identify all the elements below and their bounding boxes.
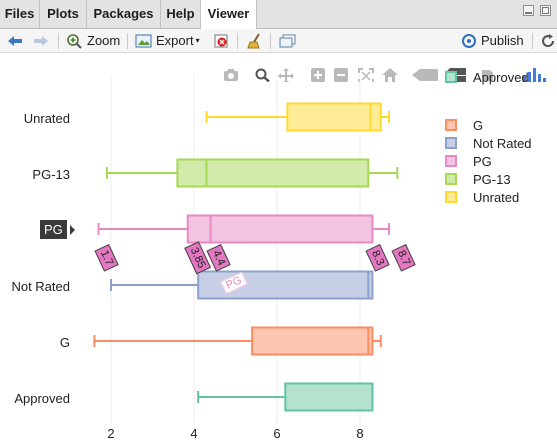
- export-image-icon: [135, 34, 152, 47]
- box-unrated[interactable]: [205, 102, 391, 132]
- forward-arrow-icon[interactable]: [32, 29, 50, 52]
- box-plot-svg: [93, 74, 399, 424]
- toolbar-separator: [58, 33, 59, 49]
- legend-swatch: [445, 137, 457, 149]
- legend-label: PG-13: [473, 171, 511, 187]
- tab-viewer[interactable]: Viewer: [200, 0, 257, 29]
- legend-swatch: [445, 155, 457, 167]
- legend-swatch: [445, 173, 457, 185]
- popout-button[interactable]: [279, 29, 297, 52]
- show-in-window-icon: [279, 34, 296, 47]
- export-label: Export: [156, 33, 194, 48]
- legend-label: G: [473, 117, 484, 133]
- legend-item-approved[interactable]: Approved: [445, 68, 529, 86]
- y-tick-label: Not Rated: [11, 279, 70, 294]
- box-approved[interactable]: [197, 382, 374, 412]
- pane-tab-bar: Files Plots Packages Help Viewer: [0, 0, 557, 29]
- tab-packages[interactable]: Packages: [87, 0, 161, 28]
- legend-label: Approved: [473, 69, 529, 85]
- zoom-label: Zoom: [87, 33, 121, 48]
- tab-help[interactable]: Help: [161, 0, 201, 28]
- remove-viewer-button[interactable]: [214, 29, 230, 52]
- hover-axis-label: PG: [40, 220, 67, 239]
- minimize-pane-icon[interactable]: [523, 5, 534, 16]
- y-tick-label: Approved: [14, 391, 70, 406]
- hover-axis-pointer: [70, 225, 75, 235]
- refresh-icon: [542, 33, 555, 47]
- refresh-viewer-button[interactable]: [540, 29, 556, 52]
- publish-button[interactable]: Publish: [461, 29, 524, 52]
- box-iqr: [286, 102, 382, 132]
- x-tick-label: 2: [107, 426, 115, 441]
- y-tick-label: Unrated: [23, 111, 70, 126]
- box-iqr: [251, 326, 374, 356]
- y-tick-label: G: [59, 335, 70, 350]
- box-iqr: [186, 214, 374, 244]
- publish-icon: [462, 33, 476, 48]
- publish-label: Publish: [481, 33, 524, 48]
- tab-files[interactable]: Files: [0, 0, 40, 28]
- legend-item-pg[interactable]: PG: [445, 152, 492, 170]
- legend-item-not-rated[interactable]: Not Rated: [445, 134, 532, 152]
- box-iqr: [284, 382, 374, 412]
- hover-axis-label-text: PG: [44, 222, 63, 237]
- export-button[interactable]: Export ▾: [135, 29, 200, 52]
- legend-swatch: [445, 71, 457, 83]
- legend-label: Not Rated: [473, 135, 532, 151]
- toolbar-separator: [532, 33, 533, 49]
- magnifier-plus-icon: [67, 33, 82, 49]
- legend-item-g[interactable]: G: [445, 116, 483, 134]
- box-g[interactable]: [93, 326, 382, 356]
- viewer-toolbar: Zoom Export ▾ Publish: [0, 29, 557, 53]
- toolbar-separator: [127, 33, 128, 49]
- plotly-chart-area[interactable]: Unrated PG-13 Not Rated G Approved PG 2 …: [0, 54, 557, 444]
- back-arrow-icon[interactable]: [6, 29, 24, 52]
- legend-swatch: [445, 119, 457, 131]
- y-tick-label: PG-13: [32, 167, 70, 182]
- toolbar-separator: [270, 33, 271, 49]
- x-tick-label: 8: [356, 426, 364, 441]
- legend-swatch: [445, 191, 457, 203]
- x-tick-label: 4: [190, 426, 198, 441]
- legend-label: PG: [473, 153, 492, 169]
- remove-page-icon: [214, 34, 228, 47]
- legend-item-unrated[interactable]: Unrated: [445, 188, 519, 206]
- zoom-button[interactable]: Zoom: [66, 29, 120, 52]
- box-pg[interactable]: [97, 214, 391, 244]
- broom-icon: [247, 32, 260, 48]
- maximize-pane-icon[interactable]: [540, 5, 551, 16]
- legend-label: Unrated: [473, 189, 520, 205]
- x-tick-label: 6: [273, 426, 281, 441]
- legend-item-pg-13[interactable]: PG-13: [445, 170, 511, 188]
- box-pg-13[interactable]: [105, 158, 399, 188]
- toolbar-separator: [237, 33, 238, 49]
- dropdown-caret-icon: ▾: [195, 36, 200, 45]
- clear-viewer-button[interactable]: [246, 29, 264, 52]
- tab-plots[interactable]: Plots: [40, 0, 87, 28]
